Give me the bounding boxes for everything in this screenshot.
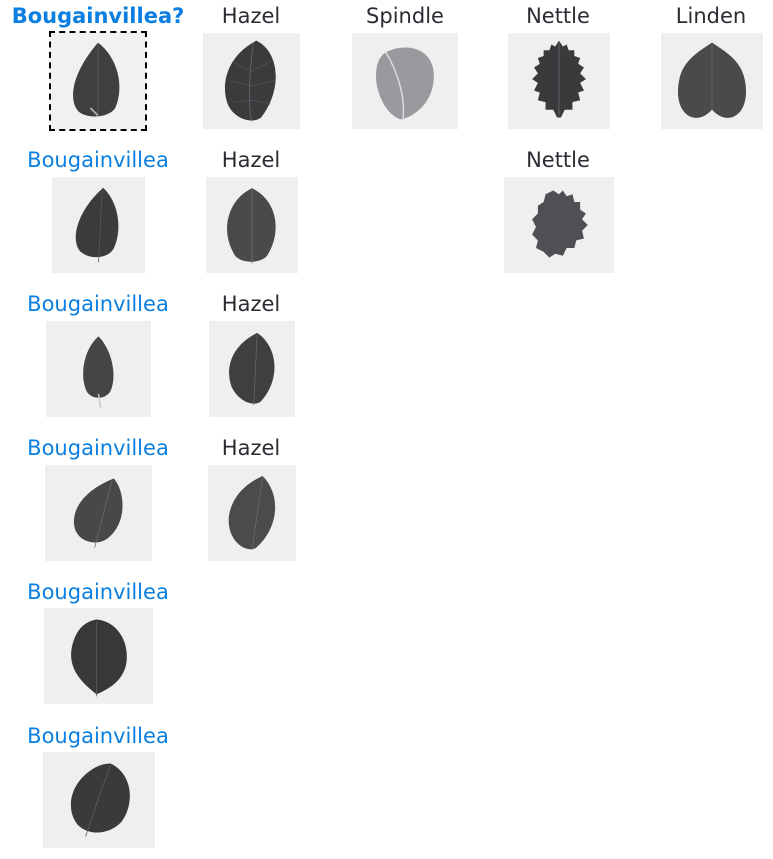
leaf-hazel-icon xyxy=(227,188,276,264)
prototype-spindle-image[interactable] xyxy=(352,33,458,129)
leaf-hazel-icon xyxy=(224,40,276,122)
leaf-bougainvillea-icon xyxy=(71,619,127,697)
leaf-bougainvillea-icon xyxy=(75,187,119,263)
support-bougainvillea-image[interactable] xyxy=(44,608,153,704)
match-label-bougainvillea: Bougainvillea xyxy=(27,580,169,604)
column-header-linden: Linden xyxy=(675,4,747,28)
column-header-nettle: Nettle xyxy=(526,4,590,28)
match-label-bougainvillea: Bougainvillea xyxy=(27,724,169,748)
leaf-bougainvillea-icon xyxy=(73,42,120,117)
match-label-hazel: Hazel xyxy=(221,148,281,172)
leaf-bougainvillea-icon xyxy=(70,763,130,837)
support-hazel-image[interactable] xyxy=(206,177,298,273)
leaf-spindle-icon xyxy=(375,47,434,120)
leaf-bougainvillea-icon xyxy=(83,336,114,408)
leaf-nettle-icon xyxy=(532,40,586,118)
prototype-hazel-image[interactable] xyxy=(203,33,300,129)
column-header-spindle: Spindle xyxy=(366,4,444,28)
match-label-bougainvillea: Bougainvillea xyxy=(27,292,169,316)
prototype-linden-image[interactable] xyxy=(661,33,763,129)
leaf-hazel-icon xyxy=(229,332,275,406)
match-label-bougainvillea: Bougainvillea xyxy=(27,148,169,172)
prototype-nettle-image[interactable] xyxy=(508,33,610,129)
match-label-hazel: Hazel xyxy=(221,436,281,460)
leaf-hazel-icon xyxy=(228,476,276,551)
support-bougainvillea-image[interactable] xyxy=(52,177,145,273)
support-bougainvillea-image[interactable] xyxy=(45,465,152,561)
support-hazel-image[interactable] xyxy=(208,465,296,561)
match-label-bougainvillea: Bougainvillea xyxy=(27,436,169,460)
support-nettle-image[interactable] xyxy=(504,177,614,273)
support-bougainvillea-image[interactable] xyxy=(43,752,155,848)
support-hazel-image[interactable] xyxy=(209,321,295,417)
leaf-nettle-icon xyxy=(532,190,588,258)
query-image[interactable] xyxy=(49,31,147,131)
support-bougainvillea-image[interactable] xyxy=(46,321,151,417)
column-header-hazel: Hazel xyxy=(221,4,281,28)
match-label-hazel: Hazel xyxy=(221,292,281,316)
query-label: Bougainvillea? xyxy=(11,4,185,28)
leaf-bougainvillea-icon xyxy=(73,478,123,548)
leaf-linden-icon xyxy=(677,42,747,118)
match-label-nettle: Nettle xyxy=(526,148,590,172)
